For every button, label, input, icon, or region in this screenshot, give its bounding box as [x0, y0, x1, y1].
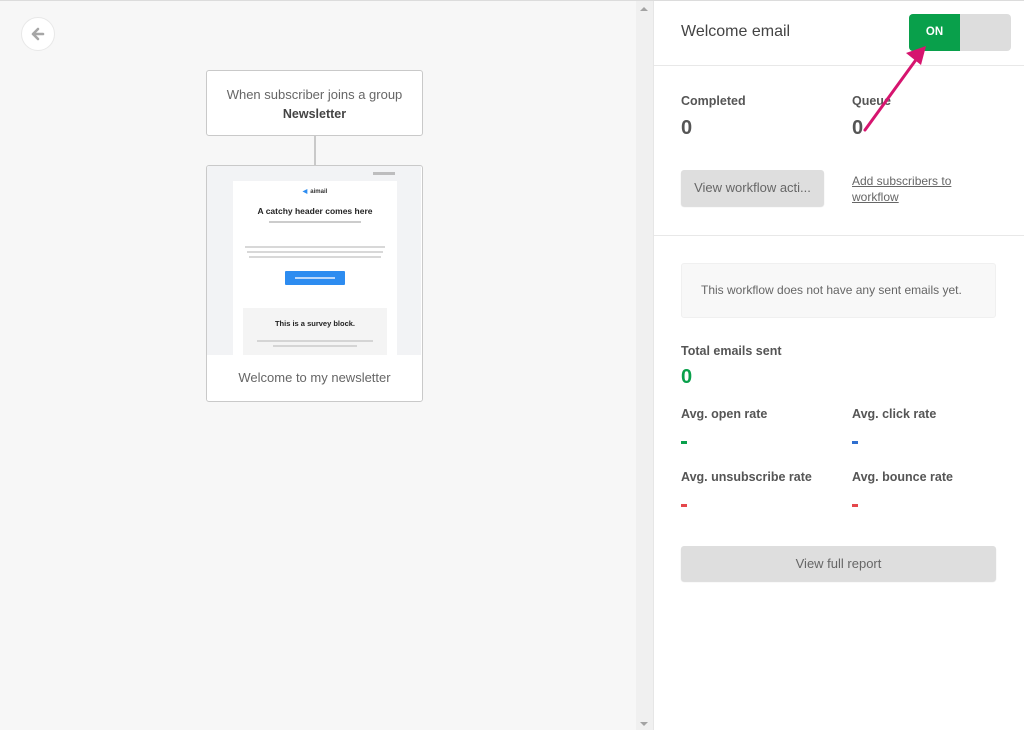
canvas-scrollbar[interactable] [636, 1, 653, 730]
add-subscribers-link[interactable]: Add subscribers to workflow [852, 173, 972, 205]
email-step-label: Welcome to my newsletter [207, 355, 422, 400]
bounce-rate-value [852, 504, 858, 507]
toggle-on-label: ON [909, 14, 960, 51]
completed-label: Completed [681, 94, 746, 108]
preview-survey-line [257, 340, 373, 342]
view-workflow-activity-button[interactable]: View workflow acti... [681, 170, 824, 206]
paper-plane-icon: ◀ [302, 189, 308, 195]
no-emails-notice: This workflow does not have any sent ema… [681, 263, 996, 318]
preview-browser-link [373, 172, 395, 175]
preview-text-line [247, 251, 383, 253]
email-step-node[interactable]: ◀ aimail A catchy header comes here This … [206, 165, 423, 402]
email-preview-thumbnail: ◀ aimail A catchy header comes here This … [207, 166, 421, 355]
total-emails-sent-value: 0 [681, 366, 693, 388]
queue-label: Queue [852, 94, 891, 108]
preview-logo-text: aimail [310, 189, 328, 195]
trigger-node[interactable]: When subscriber joins a group Newsletter [206, 70, 423, 136]
workflow-details-panel: Welcome email ON Completed 0 Queue 0 Vie… [653, 1, 1024, 730]
preview-survey-title: This is a survey block. [274, 319, 356, 328]
workflow-canvas[interactable]: When subscriber joins a group Newsletter… [0, 1, 636, 730]
open-rate-value [681, 441, 687, 444]
trigger-group-name: Newsletter [282, 107, 347, 121]
workflow-status-toggle[interactable]: ON [909, 14, 1011, 51]
bounce-rate-label: Avg. bounce rate [852, 470, 953, 484]
preview-text-line [245, 246, 385, 248]
click-rate-value [852, 441, 858, 444]
preview-header: A catchy header comes here [257, 206, 373, 216]
queue-value: 0 [852, 117, 864, 139]
preview-text-line [249, 256, 381, 258]
unsubscribe-rate-value [681, 504, 687, 507]
trigger-description: When subscriber joins a group [226, 87, 403, 102]
preview-logo: ◀ aimail [233, 188, 397, 195]
preview-survey-block: This is a survey block. [243, 308, 387, 355]
workflow-title: Welcome email [681, 23, 791, 40]
preview-button [285, 271, 345, 285]
preview-page: ◀ aimail A catchy header comes here This … [233, 181, 397, 355]
scroll-up-arrow-icon[interactable] [640, 7, 648, 11]
unsubscribe-rate-label: Avg. unsubscribe rate [681, 470, 812, 484]
completed-value: 0 [681, 117, 693, 139]
click-rate-label: Avg. click rate [852, 407, 937, 421]
back-button[interactable] [21, 17, 55, 51]
total-emails-sent-label: Total emails sent [681, 344, 782, 358]
node-connector [314, 136, 316, 165]
panel-header: Welcome email ON [654, 1, 1024, 66]
workflow-stats-section: Completed 0 Queue 0 View workflow acti..… [654, 67, 1024, 236]
preview-subheader [269, 221, 361, 223]
open-rate-label: Avg. open rate [681, 407, 768, 421]
scroll-down-arrow-icon[interactable] [640, 722, 648, 726]
view-full-report-button[interactable]: View full report [681, 546, 996, 581]
preview-survey-line [273, 345, 357, 347]
arrow-left-icon [31, 27, 45, 41]
